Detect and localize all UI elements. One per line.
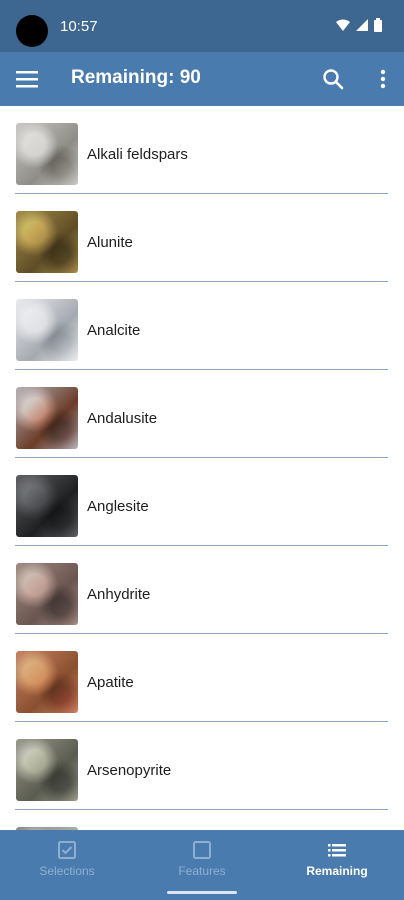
signal-icon: [356, 19, 368, 31]
list-item[interactable]: Alkali feldspars: [15, 106, 388, 194]
status-bar: 10:57: [0, 0, 404, 52]
checkbox-checked-icon: [58, 841, 76, 859]
thumbnail-texture: [16, 563, 78, 625]
bottom-navigation: Selections Features Remaining: [0, 830, 404, 900]
thumbnail-texture: [16, 123, 78, 185]
list-item[interactable]: [15, 810, 388, 830]
nav-remaining[interactable]: Remaining: [270, 830, 404, 900]
camera-cutout: [16, 15, 48, 47]
list-item[interactable]: Andalusite: [15, 370, 388, 458]
thumbnail-texture: [16, 211, 78, 273]
status-icons: [336, 18, 382, 32]
list-icon: [328, 844, 346, 857]
list-item[interactable]: Anhydrite: [15, 546, 388, 634]
thumbnail-texture: [16, 651, 78, 713]
list-item[interactable]: Alunite: [15, 194, 388, 282]
list-item[interactable]: Anglesite: [15, 458, 388, 546]
more-options-icon[interactable]: [376, 68, 390, 90]
nav-selections-label: Selections: [39, 864, 95, 878]
list-item[interactable]: Apatite: [15, 634, 388, 722]
nav-features[interactable]: Features: [135, 830, 269, 900]
mineral-thumbnail: [16, 475, 78, 537]
status-time: 10:57: [60, 18, 98, 35]
mineral-list[interactable]: Alkali feldspars Alunite Analcite Andalusit…: [0, 106, 404, 830]
nav-remaining-label: Remaining: [306, 864, 368, 878]
mineral-thumbnail: [16, 123, 78, 185]
thumbnail-texture: [16, 739, 78, 801]
mineral-thumbnail: [16, 211, 78, 273]
page-title: Remaining: 90: [71, 67, 201, 88]
home-indicator: [167, 891, 237, 894]
mineral-thumbnail: [16, 651, 78, 713]
thumbnail-texture: [16, 475, 78, 537]
list-item[interactable]: Analcite: [15, 282, 388, 370]
mineral-thumbnail: [16, 387, 78, 449]
mineral-thumbnail: [16, 299, 78, 361]
mineral-name: Anhydrite: [87, 586, 151, 603]
mineral-name: Analcite: [87, 322, 141, 339]
mineral-name: Arsenopyrite: [87, 762, 172, 779]
mineral-name: Alkali feldspars: [87, 146, 188, 163]
mineral-thumbnail: [16, 739, 78, 801]
list-item[interactable]: Arsenopyrite: [15, 722, 388, 810]
battery-icon: [374, 18, 382, 32]
mineral-name: Apatite: [87, 674, 134, 691]
checkbox-empty-icon: [193, 841, 211, 859]
app-bar: Remaining: 90: [0, 52, 404, 106]
mineral-thumbnail: [16, 563, 78, 625]
search-icon[interactable]: [322, 68, 344, 90]
mineral-name: Anglesite: [87, 498, 149, 515]
menu-icon[interactable]: [16, 69, 38, 89]
wifi-icon: [336, 19, 350, 31]
nav-selections[interactable]: Selections: [0, 830, 134, 900]
mineral-name: Andalusite: [87, 410, 158, 427]
mineral-name: Alunite: [87, 234, 133, 251]
thumbnail-texture: [16, 387, 78, 449]
nav-features-label: Features: [178, 864, 226, 878]
thumbnail-texture: [16, 299, 78, 361]
